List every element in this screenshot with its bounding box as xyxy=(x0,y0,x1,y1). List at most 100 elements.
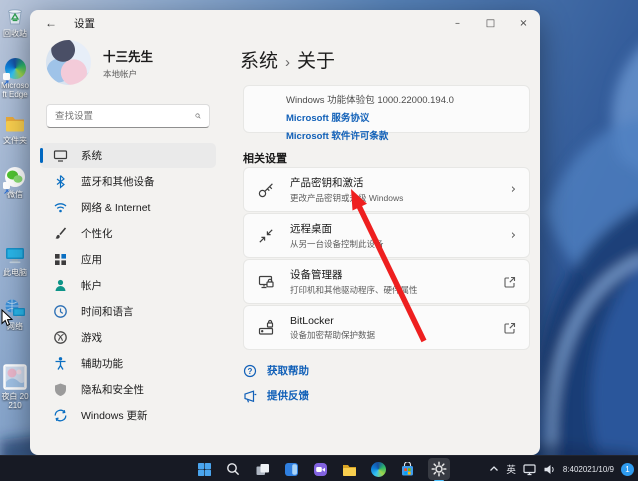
account-type: 本地帐户 xyxy=(103,68,153,80)
breadcrumb: 系统›关于 xyxy=(240,46,335,73)
notification-badge[interactable]: 1 xyxy=(621,463,634,476)
sidebar-item-network-internet[interactable]: 网络 & Internet xyxy=(40,195,216,220)
chevron-up-icon xyxy=(489,465,499,473)
give-feedback-link[interactable]: 提供反馈 xyxy=(243,388,309,403)
row-subtitle: 设备加密帮助保护数据 xyxy=(290,329,504,341)
software-license-link[interactable]: Microsoft 软件许可条款 xyxy=(286,128,388,142)
shortcut-arrow-icon xyxy=(3,182,10,189)
bitlocker-icon xyxy=(257,319,275,337)
store-button[interactable] xyxy=(399,461,415,477)
external-link-icon xyxy=(504,276,516,288)
file-explorer-button[interactable] xyxy=(341,461,357,477)
close-button[interactable]: × xyxy=(507,10,540,36)
sidebar-item-personalization[interactable]: 个性化 xyxy=(40,221,216,246)
shortcut-arrow-icon xyxy=(3,73,10,80)
related-row-activation[interactable]: 产品密钥和激活 更改产品密钥或升级 Windows › xyxy=(243,167,530,212)
ime-indicator[interactable]: 英 xyxy=(506,462,516,476)
row-title: BitLocker xyxy=(290,315,504,327)
recycle-bin-icon xyxy=(4,5,26,27)
settings-sidebar: 十三先生 本地帐户 系统 蓝牙和其他设备 网络 & Internet xyxy=(30,36,226,455)
user-name: 十三先生 xyxy=(103,46,153,65)
sidebar-item-accounts[interactable]: 帐户 xyxy=(40,273,216,298)
desktop-icon-edge[interactable]: Microsoft Edge xyxy=(0,57,30,99)
sidebar-item-windows-update[interactable]: Windows 更新 xyxy=(40,403,216,428)
settings-search[interactable] xyxy=(46,104,210,128)
breadcrumb-root[interactable]: 系统 xyxy=(240,51,278,72)
svg-text:?: ? xyxy=(248,366,253,375)
external-link-icon xyxy=(504,322,516,334)
sidebar-item-apps[interactable]: 应用 xyxy=(40,247,216,272)
task-view-icon xyxy=(255,462,270,477)
related-row-remote-desktop[interactable]: 远程桌面 从另一台设备控制此设备 › xyxy=(243,213,530,258)
tray-clock[interactable]: 8:40 2021/10/9 xyxy=(563,465,614,474)
row-title: 远程桌面 xyxy=(290,221,511,236)
desktop-icon-wechat[interactable]: 微信 xyxy=(0,166,30,199)
update-icon xyxy=(53,408,68,423)
chevron-right-icon: › xyxy=(511,228,516,243)
back-button[interactable]: ← xyxy=(42,14,60,32)
row-title: 设备管理器 xyxy=(290,267,504,282)
edge-button[interactable] xyxy=(370,461,386,477)
row-subtitle: 打印机和其他驱动程序、硬件属性 xyxy=(290,284,504,296)
row-subtitle: 从另一台设备控制此设备 xyxy=(290,238,511,250)
titlebar[interactable]: ← 设置 – □ × xyxy=(30,10,540,36)
accessibility-icon xyxy=(53,356,68,371)
chat-button[interactable] xyxy=(312,461,328,477)
settings-window: ← 设置 – □ × 十三先生 本地帐户 系统 蓝牙和其他 xyxy=(30,10,540,455)
window-title: 设置 xyxy=(74,16,95,31)
desktop-icon-folder[interactable]: 文件夹 xyxy=(0,112,30,145)
wechat-icon xyxy=(4,166,26,188)
breadcrumb-separator-icon: › xyxy=(278,54,297,71)
tray-time: 8:40 xyxy=(563,465,579,474)
get-help-link[interactable]: ? 获取帮助 xyxy=(243,363,309,378)
user-profile[interactable]: 十三先生 本地帐户 xyxy=(46,40,153,85)
maximize-icon: □ xyxy=(486,18,495,29)
sidebar-item-time-language[interactable]: 时间和语言 xyxy=(40,299,216,324)
help-icon: ? xyxy=(243,364,257,378)
row-subtitle: 更改产品密钥或升级 Windows xyxy=(290,192,511,204)
shield-icon xyxy=(53,382,68,397)
desktop-icon-image-file[interactable]: 夜白 20210 xyxy=(0,364,30,410)
search-input[interactable] xyxy=(47,111,195,122)
apps-icon xyxy=(53,252,68,267)
taskbar: 英 8:40 2021/10/9 1 xyxy=(0,455,638,481)
desktop-icon-network[interactable]: 网络 xyxy=(0,298,30,331)
edge-icon xyxy=(4,57,26,79)
sidebar-item-system[interactable]: 系统 xyxy=(40,143,216,168)
task-view-button[interactable] xyxy=(254,461,270,477)
related-settings-header: 相关设置 xyxy=(243,150,287,166)
related-row-device-manager[interactable]: 设备管理器 打印机和其他驱动程序、硬件属性 xyxy=(243,259,530,304)
teams-chat-icon xyxy=(313,462,328,477)
sidebar-item-accessibility[interactable]: 辅助功能 xyxy=(40,351,216,376)
related-row-bitlocker[interactable]: BitLocker 设备加密帮助保护数据 xyxy=(243,305,530,350)
avatar xyxy=(46,40,91,85)
minimize-button[interactable]: – xyxy=(441,10,474,36)
tray-chevron-button[interactable] xyxy=(489,465,499,473)
tray-volume-button[interactable] xyxy=(543,463,556,476)
widgets-icon xyxy=(284,462,299,477)
widgets-button[interactable] xyxy=(283,461,299,477)
edge-icon xyxy=(371,462,386,477)
desktop-icon-this-pc[interactable]: 此电脑 xyxy=(0,244,30,277)
close-icon: × xyxy=(519,18,527,29)
sidebar-item-gaming[interactable]: 游戏 xyxy=(40,325,216,350)
folder-icon xyxy=(4,112,26,134)
chevron-right-icon: › xyxy=(511,182,516,197)
desktop-icon-recycle-bin[interactable]: 回收站 xyxy=(0,5,30,38)
settings-button[interactable] xyxy=(428,458,450,480)
brush-icon xyxy=(53,226,68,241)
tray-network-button[interactable] xyxy=(523,463,536,476)
wifi-icon xyxy=(53,200,68,215)
feedback-icon xyxy=(243,389,257,403)
taskbar-search-button[interactable] xyxy=(225,461,241,477)
sidebar-item-bluetooth-devices[interactable]: 蓝牙和其他设备 xyxy=(40,169,216,194)
search-icon xyxy=(226,462,240,476)
windows-spec-card: Windows 功能体验包 1000.22000.194.0 Microsoft… xyxy=(243,85,530,133)
maximize-button[interactable]: □ xyxy=(474,10,507,36)
network-icon xyxy=(4,298,26,320)
services-agreement-link[interactable]: Microsoft 服务协议 xyxy=(286,110,369,124)
microsoft-store-icon xyxy=(400,462,415,477)
start-button[interactable] xyxy=(196,461,212,477)
windows-start-icon xyxy=(197,462,212,477)
sidebar-item-privacy-security[interactable]: 隐私和安全性 xyxy=(40,377,216,402)
